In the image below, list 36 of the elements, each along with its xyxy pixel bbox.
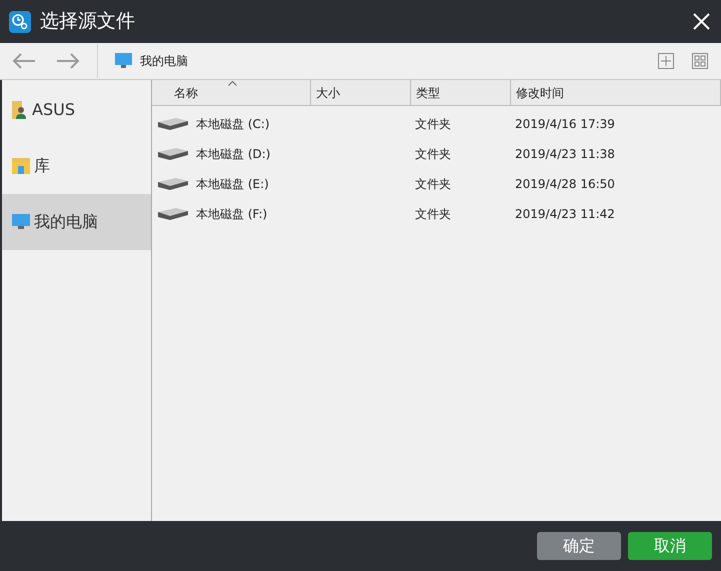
plus-icon[interactable] bbox=[658, 53, 674, 69]
file-name[interactable]: 本地磁盘 (F:) bbox=[196, 205, 268, 223]
drive-icon bbox=[158, 118, 188, 130]
grid-view-icon[interactable] bbox=[692, 53, 708, 69]
sidebar-item[interactable]: ASUS bbox=[2, 82, 151, 138]
drive-icon bbox=[158, 148, 188, 160]
column-header[interactable]: 类型 bbox=[411, 80, 511, 105]
table-cell-text: 2019/4/16 17:39 bbox=[514, 116, 615, 133]
table-cell-text: 文件夹 bbox=[414, 176, 452, 193]
sort-caret-icon bbox=[228, 81, 237, 86]
column-header[interactable]: 名称 bbox=[152, 80, 311, 105]
file-name[interactable]: 本地磁盘 (C:) bbox=[196, 115, 270, 133]
sidebar-item[interactable]: 库 bbox=[2, 138, 151, 194]
monitor-icon bbox=[115, 53, 132, 69]
table-cell-text: 2019/4/23 11:38 bbox=[514, 146, 615, 163]
library-icon bbox=[12, 158, 30, 174]
close-icon[interactable] bbox=[693, 13, 710, 30]
forward-arrow-icon[interactable] bbox=[56, 53, 80, 69]
table-cell-text: 文件夹 bbox=[414, 146, 452, 163]
table-cell-text: 文件夹 bbox=[414, 116, 452, 133]
back-arrow-icon[interactable] bbox=[12, 53, 36, 69]
monitor-icon bbox=[12, 214, 30, 230]
user-folder-icon bbox=[12, 101, 28, 119]
drive-icon bbox=[158, 178, 188, 190]
column-header[interactable]: 修改时间 bbox=[511, 80, 721, 105]
table-cell-text: 文件夹 bbox=[414, 206, 452, 223]
sidebar-item[interactable]: 我的电脑 bbox=[2, 194, 151, 250]
file-name[interactable]: 本地磁盘 (D:) bbox=[196, 145, 270, 163]
window-title: 选择源文件 bbox=[40, 9, 135, 34]
table-cell-text: 2019/4/23 11:42 bbox=[514, 206, 615, 223]
drive-icon bbox=[158, 208, 188, 220]
file-name[interactable]: 本地磁盘 (E:) bbox=[196, 175, 269, 193]
table-cell-text: 2019/4/28 16:50 bbox=[514, 176, 615, 193]
location-label[interactable]: 我的电脑 bbox=[140, 52, 188, 70]
app-icon bbox=[9, 10, 31, 32]
column-header[interactable]: 大小 bbox=[311, 80, 411, 105]
